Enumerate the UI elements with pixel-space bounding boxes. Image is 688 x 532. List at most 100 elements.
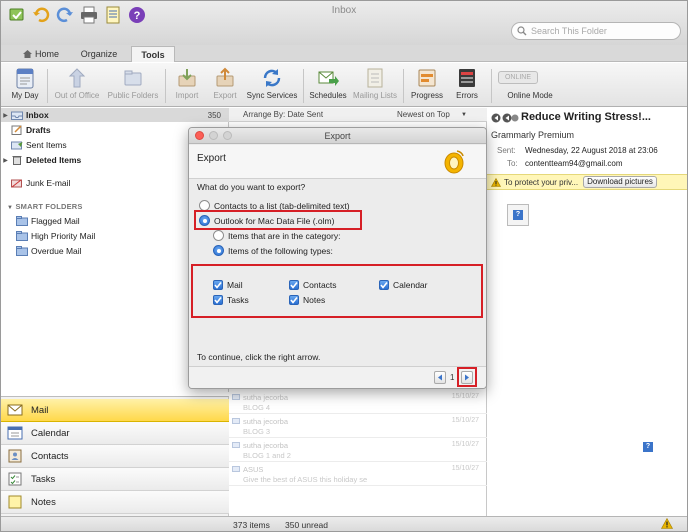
option-items-types[interactable]: Items of the following types: <box>213 245 333 256</box>
highlight-next-button <box>457 367 477 387</box>
folder-inbox[interactable]: ▶ Inbox 350 <box>1 108 229 122</box>
option-items-category[interactable]: Items that are in the category: <box>213 230 340 241</box>
dialog-title-bar: Export <box>189 128 486 144</box>
tab-home-label: Home <box>34 49 59 59</box>
notes-pad-icon[interactable] <box>103 5 123 25</box>
chevron-left-icon <box>438 374 442 381</box>
tab-organize[interactable]: Organize <box>69 46 129 62</box>
send-receive-icon[interactable] <box>7 5 27 25</box>
nav-contacts[interactable]: Contacts <box>1 445 229 468</box>
smart-folders-header[interactable]: ▼ SMART FOLDERS <box>7 202 83 211</box>
search-box[interactable] <box>511 22 681 40</box>
message-row[interactable]: ASUS Give the best of ASUS this holiday … <box>229 462 487 486</box>
warning-icon <box>491 177 501 187</box>
folder-label: High Priority Mail <box>31 231 96 241</box>
arrange-by-dropdown[interactable]: Arrange By: Date Sent <box>243 110 323 119</box>
export-button[interactable]: Export <box>207 65 243 105</box>
tab-organize-label: Organize <box>80 49 118 59</box>
disclosure-triangle-icon: ▼ <box>7 205 14 211</box>
nav-label: Mail <box>31 404 49 416</box>
missing-image-placeholder: ? <box>507 204 529 226</box>
print-icon[interactable] <box>79 5 99 25</box>
tab-tools[interactable]: Tools <box>131 46 175 62</box>
warning-icon[interactable] <box>661 518 673 529</box>
radio-items-category[interactable] <box>213 230 224 241</box>
email-sender: Grammarly Premium <box>491 130 575 140</box>
navigation-pane: Mail Calendar Contacts Tasks Notes <box>1 396 229 516</box>
undo-icon[interactable] <box>31 5 51 25</box>
mailing-lists-button[interactable]: Mailing Lists <box>351 65 399 105</box>
errors-label: Errors <box>456 91 478 100</box>
search-input[interactable] <box>531 26 671 36</box>
smart-folder-icon <box>15 246 28 257</box>
previous-page-button[interactable] <box>434 371 446 384</box>
folder-label: Junk E-mail <box>26 178 71 188</box>
errors-button[interactable]: Errors <box>449 65 485 105</box>
download-pictures-button[interactable]: Download pictures <box>583 176 657 188</box>
tab-tools-label: Tools <box>141 49 165 60</box>
import-label: Import <box>175 91 199 100</box>
dialog-heading: Export <box>197 153 226 164</box>
contacts-icon <box>7 449 23 463</box>
export-question: What do you want to export? <box>197 182 306 192</box>
question-mark-icon: ? <box>513 210 523 220</box>
nav-notes[interactable]: Notes <box>1 491 229 514</box>
nav-label: Calendar <box>31 427 70 439</box>
unread-count: 350 unread <box>285 520 329 530</box>
reply-arrows-icon[interactable] <box>491 113 519 123</box>
message-row[interactable]: sutha jecorba BLOG 3 15/10/27 <box>229 414 487 438</box>
nav-tasks[interactable]: Tasks <box>1 468 229 491</box>
disclosure-triangle-icon[interactable]: ▶ <box>1 157 10 164</box>
disclosure-triangle-icon[interactable]: ▶ <box>1 112 10 119</box>
tab-home[interactable]: Home <box>15 46 67 62</box>
sort-order-dropdown[interactable]: Newest on Top <box>397 110 450 119</box>
smart-folder-icon <box>15 216 28 227</box>
outlook-window: Inbox ? Home <box>0 0 688 532</box>
message-sender: ASUS <box>243 465 264 474</box>
reading-pane: Reduce Writing Stress!... Grammarly Prem… <box>487 108 687 516</box>
tasks-icon <box>7 472 23 486</box>
message-row[interactable]: sutha jecorba BLOG 1 and 2 15/10/27 <box>229 438 487 462</box>
message-row[interactable]: sutha jecorba BLOG 4 15/10/27 <box>229 390 487 414</box>
schedules-button[interactable]: Schedules <box>307 65 349 105</box>
outlook-logo-icon <box>443 150 465 174</box>
radio-items-types[interactable] <box>213 245 224 256</box>
public-folders-label: Public Folders <box>107 91 159 100</box>
calendar-icon <box>7 426 23 440</box>
public-folders-button[interactable]: Public Folders <box>105 65 161 105</box>
errors-icon <box>455 65 479 91</box>
trash-icon <box>10 155 23 166</box>
toolbar-divider <box>165 69 166 103</box>
message-subject: BLOG 3 <box>243 427 271 436</box>
smart-folder-icon <box>15 231 28 242</box>
redo-icon[interactable] <box>55 5 75 25</box>
drafts-icon <box>10 125 23 136</box>
option-label: Items of the following types: <box>228 245 333 256</box>
online-mode-button[interactable]: Online Mode <box>497 91 563 105</box>
my-day-label: My Day <box>11 91 39 100</box>
out-of-office-label: Out of Office <box>54 91 100 100</box>
progress-button[interactable]: Progress <box>409 65 445 105</box>
import-button[interactable]: Import <box>169 65 205 105</box>
sync-services-button[interactable]: Sync Services <box>245 65 299 105</box>
tools-toolbar: My Day Out of Office Public Folders Impo… <box>1 63 687 107</box>
public-folders-icon <box>121 65 145 91</box>
nav-label: Contacts <box>31 450 69 462</box>
nav-label: Tasks <box>31 473 56 485</box>
mailing-lists-icon <box>363 65 387 91</box>
chevron-down-icon: ▼ <box>461 111 467 118</box>
mail-icon <box>7 403 23 417</box>
privacy-text: To protect your priv... <box>504 177 579 187</box>
folder-label: Inbox <box>26 110 49 120</box>
nav-mail[interactable]: Mail <box>1 399 229 422</box>
message-subject: BLOG 1 and 2 <box>243 451 291 460</box>
out-of-office-button[interactable]: Out of Office <box>51 65 103 105</box>
message-date: 15/10/27 <box>451 417 479 424</box>
my-day-button[interactable]: My Day <box>7 65 43 105</box>
folder-label: Flagged Mail <box>31 216 80 226</box>
nav-calendar[interactable]: Calendar <box>1 422 229 445</box>
sent-items-icon <box>10 140 23 151</box>
message-subject: BLOG 4 <box>243 403 271 412</box>
help-icon[interactable]: ? <box>127 5 147 25</box>
message-date: 15/10/27 <box>451 393 479 400</box>
